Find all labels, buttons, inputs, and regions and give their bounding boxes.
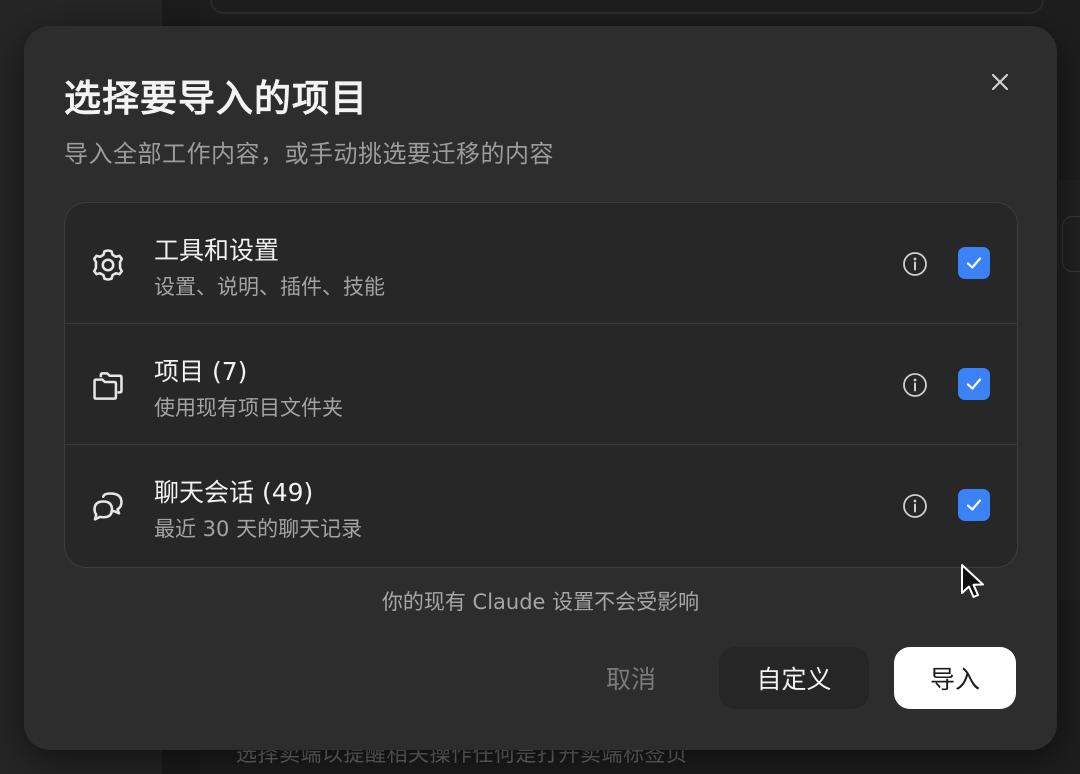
- option-title: 项目 (7): [154, 357, 248, 386]
- dialog-subtitle: 导入全部工作内容，或手动挑选要迁移的内容: [64, 140, 554, 168]
- settings-unaffected-note: 你的现有 Claude 设置不会受影响: [381, 590, 700, 614]
- checkmark-icon: [966, 378, 982, 390]
- checkmark-icon: [966, 257, 982, 269]
- option-title: 聊天会话 (49): [154, 478, 314, 507]
- import-option-tools-settings: 工具和设置 设置、说明、插件、技能: [65, 203, 1017, 324]
- info-icon[interactable]: [901, 371, 929, 399]
- import-option-chats: 聊天会话 (49) 最近 30 天的聊天记录: [65, 445, 1017, 565]
- checkmark-icon: [966, 499, 982, 511]
- folders-icon: [93, 372, 123, 400]
- close-icon: [991, 73, 1009, 91]
- dialog-title: 选择要导入的项目: [64, 77, 368, 120]
- option-title: 工具和设置: [154, 236, 280, 265]
- option-checkbox[interactable]: [958, 489, 990, 521]
- mouse-cursor-icon: [961, 564, 984, 598]
- option-description: 设置、说明、插件、技能: [154, 275, 385, 299]
- import-options-list: 工具和设置 设置、说明、插件、技能 项目 (7) 使用现有项目文件夹 聊天会话 …: [64, 202, 1018, 568]
- import-dialog: 选择要导入的项目 导入全部工作内容，或手动挑选要迁移的内容 工具和设置 设置、说…: [24, 26, 1057, 750]
- background-card: [210, 0, 1044, 14]
- background-right-chip: [1062, 216, 1080, 272]
- close-button[interactable]: [984, 66, 1016, 98]
- import-button[interactable]: 导入: [894, 647, 1016, 709]
- info-icon[interactable]: [901, 250, 929, 278]
- import-option-projects: 项目 (7) 使用现有项目文件夹: [65, 324, 1017, 445]
- option-description: 使用现有项目文件夹: [154, 396, 343, 420]
- cancel-button[interactable]: 取消: [586, 647, 676, 709]
- option-checkbox[interactable]: [958, 368, 990, 400]
- customize-button[interactable]: 自定义: [719, 647, 869, 709]
- gear-icon: [92, 249, 124, 281]
- info-icon[interactable]: [901, 492, 929, 520]
- option-description: 最近 30 天的聊天记录: [154, 517, 363, 541]
- chat-bubbles-icon: [93, 492, 123, 521]
- option-checkbox[interactable]: [958, 247, 990, 279]
